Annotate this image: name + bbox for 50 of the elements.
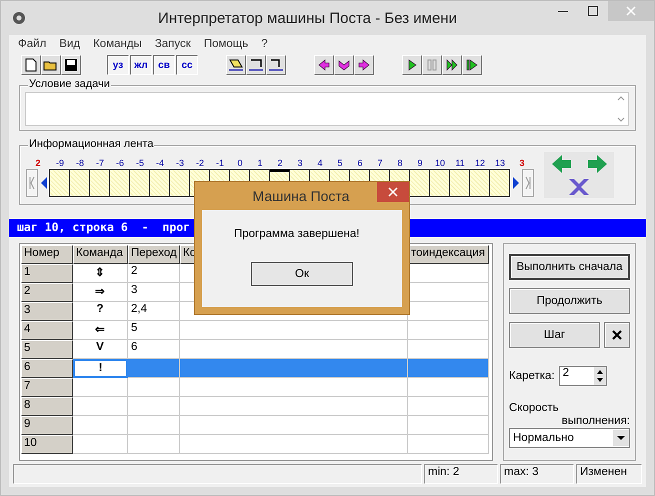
position-label: 3 bbox=[296, 158, 304, 168]
status-text: Изменен bbox=[576, 464, 642, 484]
position-label: 2 bbox=[276, 158, 284, 168]
status-text: min: 2 bbox=[424, 464, 498, 484]
position-label: -2 bbox=[194, 158, 205, 168]
position-label: 1 bbox=[256, 158, 264, 168]
position-label: 13 bbox=[494, 158, 506, 168]
position-label: -8 bbox=[74, 158, 85, 168]
position-label: -5 bbox=[134, 158, 145, 168]
position-label: -6 bbox=[114, 158, 125, 168]
position-label: 4 bbox=[316, 158, 324, 168]
row-number: 8 bbox=[21, 397, 73, 416]
window-title: Интерпретатор машины Поста - Без имени bbox=[157, 10, 458, 26]
position-label: 0 bbox=[236, 158, 244, 168]
column-header: Номер bbox=[21, 245, 73, 264]
position-label: -7 bbox=[94, 158, 105, 168]
position-label: 8 bbox=[396, 158, 404, 168]
row-number: 2 bbox=[21, 283, 73, 302]
dialog-title: Машина Поста bbox=[252, 188, 350, 204]
position-label: -9 bbox=[54, 158, 65, 168]
right-bound-label: 3 bbox=[518, 158, 526, 168]
position-label: 7 bbox=[376, 158, 384, 168]
left-bound-label: 2 bbox=[34, 158, 42, 168]
position-label: 10 bbox=[434, 158, 446, 168]
position-label: 6 bbox=[356, 158, 364, 168]
position-label: -3 bbox=[174, 158, 185, 168]
row-number: 10 bbox=[21, 435, 73, 454]
row-number: 5 bbox=[21, 340, 73, 359]
row-number: 9 bbox=[21, 416, 73, 435]
row-number: 1 bbox=[21, 264, 73, 283]
column-header: Команда bbox=[73, 245, 128, 264]
speed-label: выполнения: bbox=[560, 415, 630, 427]
speed-label: Скорость bbox=[509, 402, 560, 414]
status-text: max: 3 bbox=[500, 464, 574, 484]
row-number: 4 bbox=[21, 321, 73, 340]
position-label: 5 bbox=[336, 158, 344, 168]
column-header: тоиндексация bbox=[408, 245, 489, 264]
row-number: 7 bbox=[21, 378, 73, 397]
position-label: -4 bbox=[154, 158, 165, 168]
row-number: 6 bbox=[21, 359, 73, 378]
position-label: -1 bbox=[214, 158, 225, 168]
dialog-message: Программа завершена! bbox=[234, 228, 360, 240]
row-number: 3 bbox=[21, 302, 73, 321]
group-label: Информационная лента bbox=[28, 138, 154, 150]
position-label: 12 bbox=[474, 158, 486, 168]
column-header: Переход bbox=[128, 245, 180, 264]
group-label: Условие задачи bbox=[28, 78, 111, 90]
caret-label: Каретка: bbox=[509, 370, 555, 382]
position-label: 11 bbox=[454, 158, 466, 168]
position-label: 9 bbox=[416, 158, 424, 168]
